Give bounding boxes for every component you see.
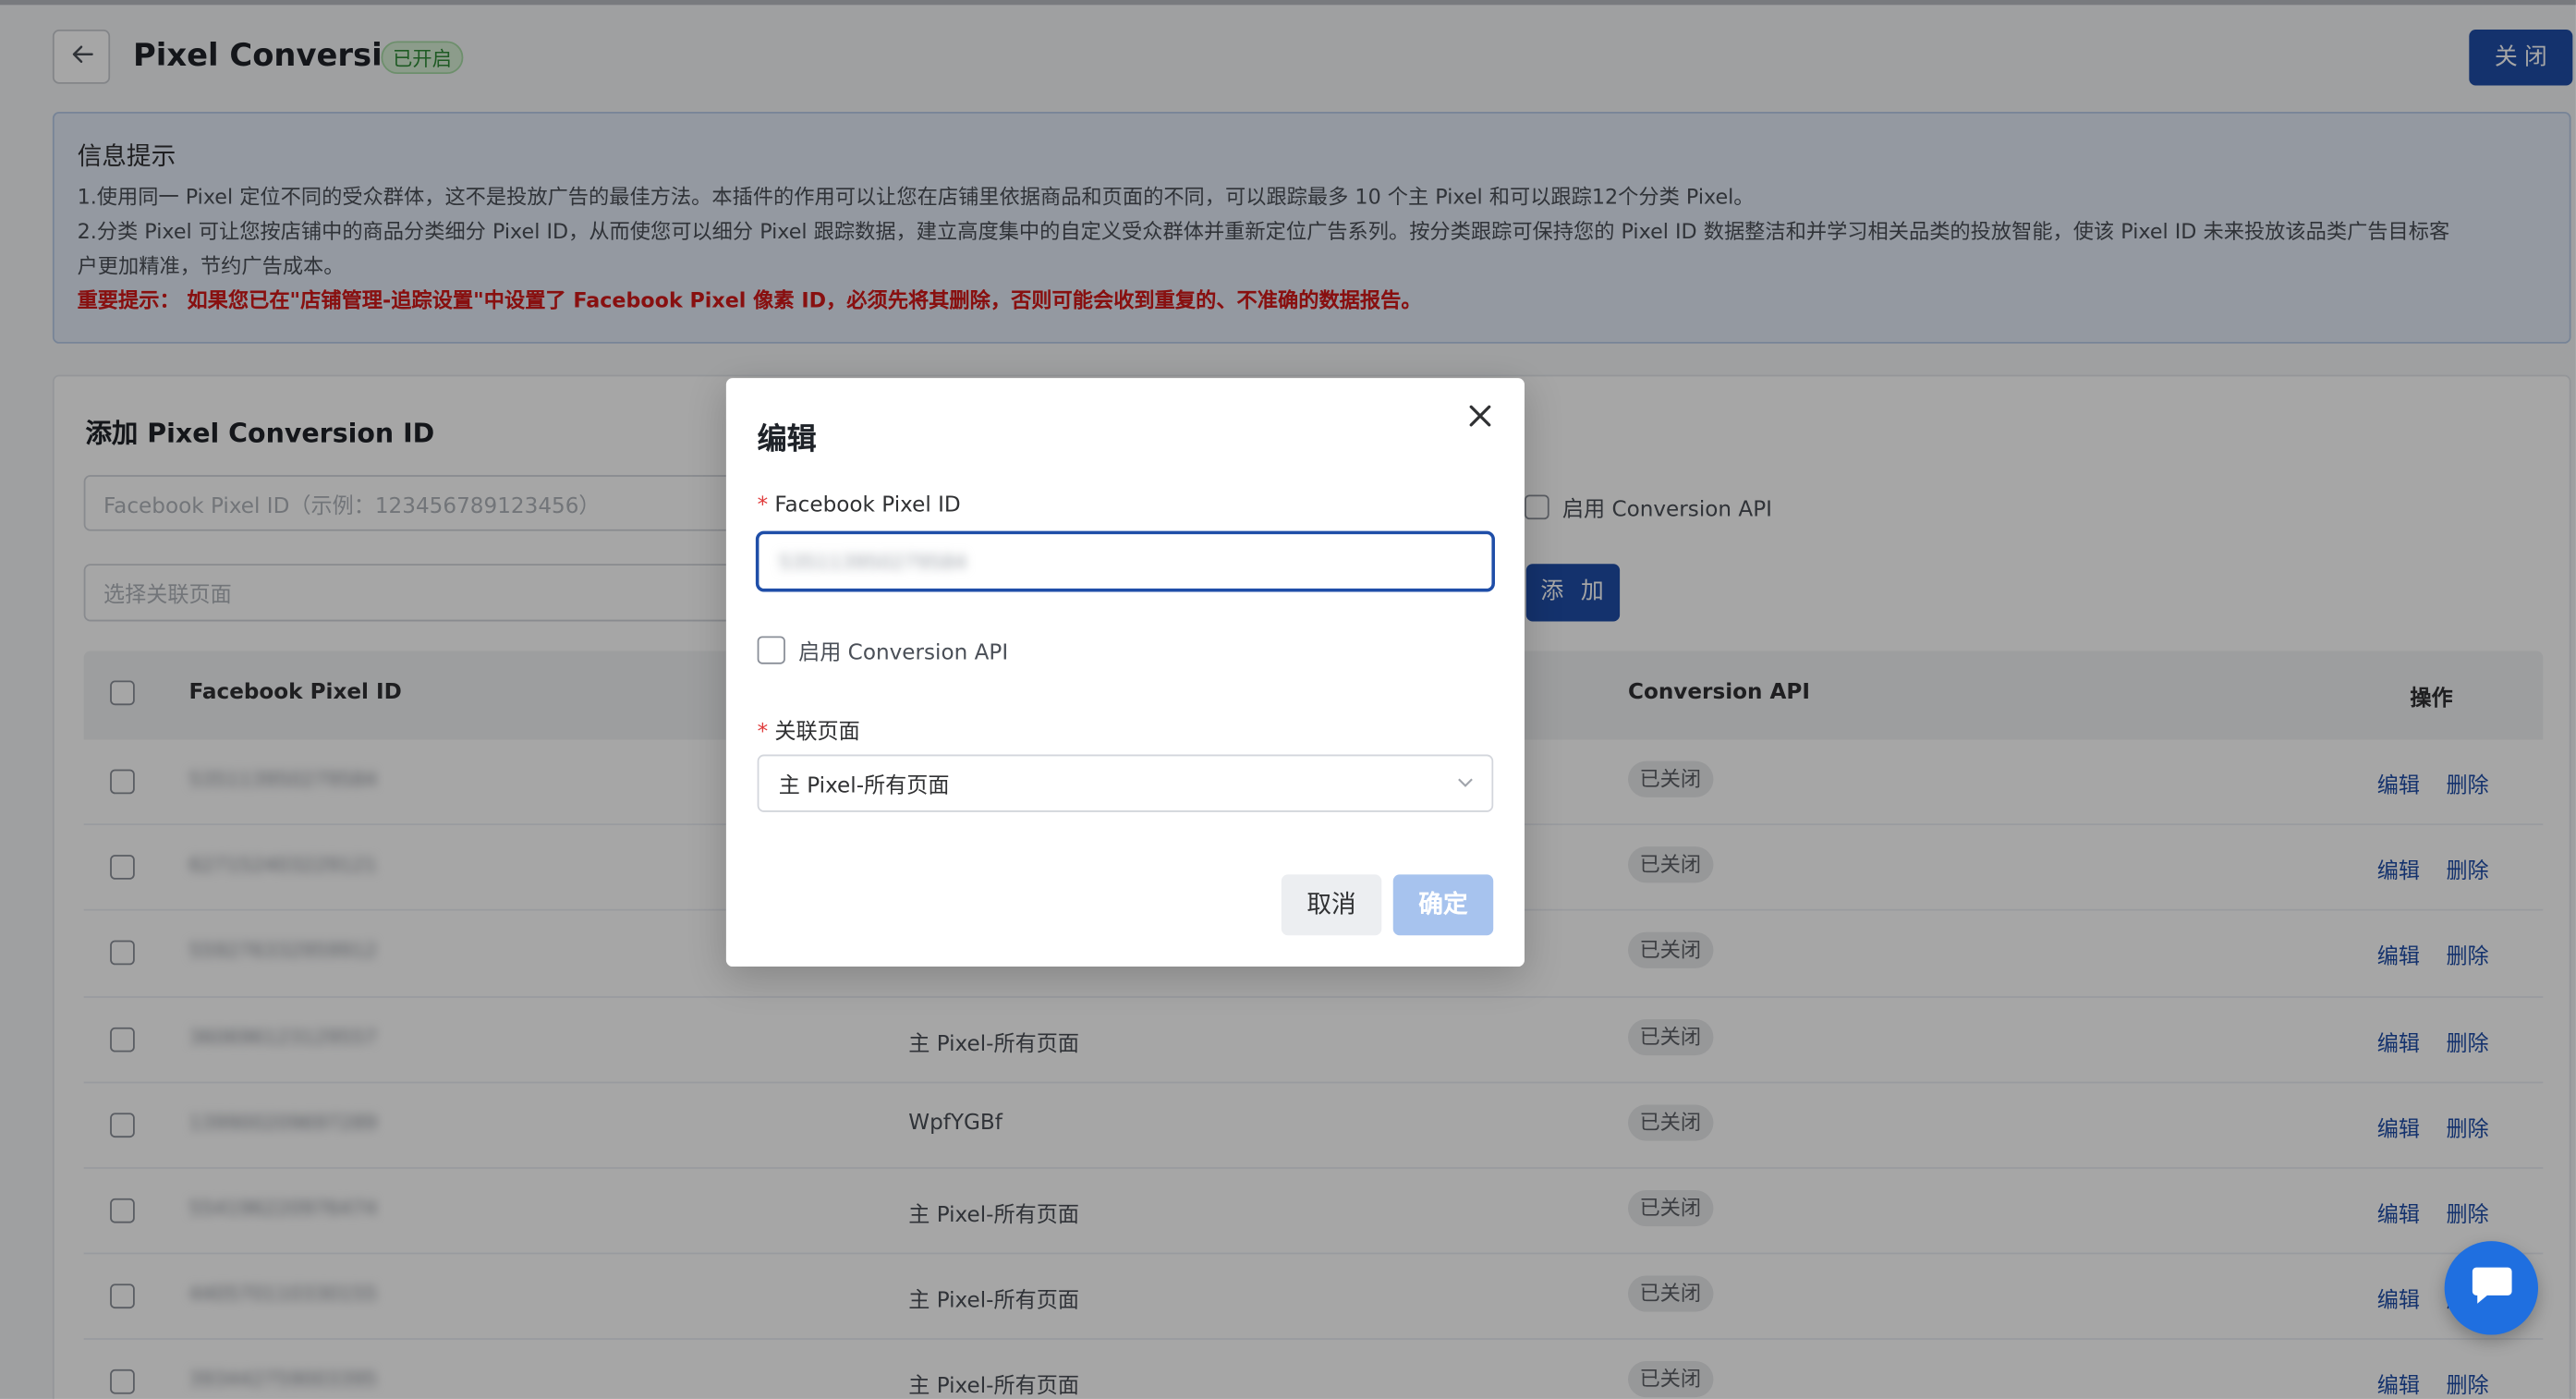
- page-select-value: 主 Pixel-所有页面: [778, 773, 950, 799]
- chevron-down-icon: [1455, 772, 1475, 798]
- dialog-pixel-id-input[interactable]: 535113950279584: [755, 530, 1495, 592]
- pixel-id-value: 535113950279584: [778, 550, 967, 573]
- pixel-id-label-text: Facebook Pixel ID: [774, 493, 961, 518]
- chat-button[interactable]: [2444, 1241, 2539, 1335]
- dialog-title: 编辑: [757, 422, 817, 457]
- page-label: * 关联页面: [758, 713, 860, 745]
- confirm-button[interactable]: 确定: [1392, 874, 1494, 936]
- required-mark: *: [757, 493, 769, 518]
- close-icon[interactable]: [1464, 399, 1497, 432]
- cancel-button[interactable]: 取消: [1281, 874, 1382, 936]
- dialog-conversion-api-option[interactable]: 启用 Conversion API: [757, 635, 1009, 666]
- required-mark: *: [757, 720, 769, 745]
- pixel-id-label: * Facebook Pixel ID: [758, 493, 961, 518]
- edit-dialog: 编辑 * Facebook Pixel ID 535113950279584 启用…: [725, 378, 1525, 967]
- dialog-page-select[interactable]: 主 Pixel-所有页面: [757, 754, 1494, 812]
- dialog-conversion-api-label: 启用 Conversion API: [798, 640, 1009, 666]
- chat-bubble-icon: [2467, 1261, 2516, 1314]
- page-label-text: 关联页面: [774, 720, 860, 745]
- dialog-conversion-api-checkbox[interactable]: [757, 636, 785, 664]
